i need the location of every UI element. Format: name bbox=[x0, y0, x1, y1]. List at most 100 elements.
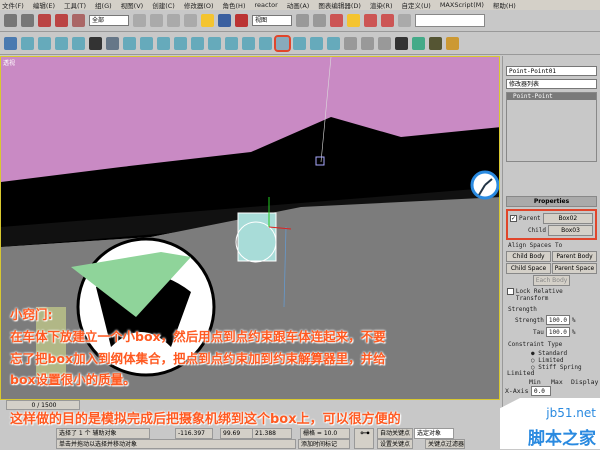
strength-group-label: Strength bbox=[508, 306, 537, 313]
menu-group[interactable]: 组(G) bbox=[95, 0, 112, 10]
menu-reactor[interactable]: reactor bbox=[254, 1, 277, 9]
wind-icon[interactable] bbox=[157, 37, 170, 50]
percent-snap-icon[interactable] bbox=[364, 14, 377, 27]
pivot-icon[interactable] bbox=[296, 14, 309, 27]
water-icon[interactable] bbox=[208, 37, 221, 50]
menu-tools[interactable]: 工具(T) bbox=[64, 0, 86, 10]
constraint-type-label: Constraint Type bbox=[508, 341, 563, 348]
move-icon[interactable] bbox=[201, 14, 214, 27]
lock-relative-checkbox[interactable] bbox=[507, 288, 514, 295]
link-icon[interactable] bbox=[38, 14, 51, 27]
menu-file[interactable]: 文件(F) bbox=[2, 0, 24, 10]
cloth-collection-icon[interactable] bbox=[21, 37, 34, 50]
snap-icon[interactable] bbox=[330, 14, 343, 27]
point-to-point-icon[interactable] bbox=[274, 35, 291, 52]
selection-filter-select[interactable]: 全部 bbox=[89, 15, 129, 26]
menu-views[interactable]: 视图(V) bbox=[121, 0, 144, 10]
select-icon[interactable] bbox=[133, 14, 146, 27]
proxy-icon[interactable] bbox=[378, 37, 391, 50]
select-by-name-icon[interactable] bbox=[150, 14, 163, 27]
command-panel: Point-Point01 修改器列表 Point-Point Properti… bbox=[502, 56, 600, 449]
strength-spinner[interactable]: 100.0 bbox=[545, 315, 570, 325]
properties-rollout[interactable]: Properties bbox=[506, 196, 597, 207]
menu-edit[interactable]: 编辑(E) bbox=[33, 0, 55, 10]
main-toolbar: 全部 视图 bbox=[0, 10, 600, 32]
key-icon[interactable]: ⊶ bbox=[354, 428, 374, 449]
preview-animation-icon[interactable] bbox=[429, 37, 442, 50]
menu-animation[interactable]: 动画(A) bbox=[287, 0, 310, 10]
convex-hull-icon[interactable] bbox=[361, 37, 374, 50]
z-coord-input[interactable]: 21.388 bbox=[252, 428, 292, 439]
rope-collection-icon[interactable] bbox=[55, 37, 68, 50]
menu-customize[interactable]: 自定义(U) bbox=[401, 0, 430, 10]
rotate-icon[interactable] bbox=[218, 14, 231, 27]
analyze-world-icon[interactable] bbox=[412, 37, 425, 50]
window-crossing-icon[interactable] bbox=[184, 14, 197, 27]
reactor-toolbar bbox=[0, 33, 600, 55]
constraint-solver-icon[interactable] bbox=[225, 37, 238, 50]
menu-create[interactable]: 创建(C) bbox=[152, 0, 175, 10]
child-pick-button[interactable]: Box03 bbox=[548, 225, 593, 236]
spinner-snap-icon[interactable] bbox=[381, 14, 394, 27]
named-selection-input[interactable] bbox=[415, 14, 485, 27]
menu-modifiers[interactable]: 修改器(O) bbox=[184, 0, 214, 10]
key-filters-button[interactable]: 关键点过滤器 bbox=[425, 439, 465, 449]
modifier-list-select[interactable]: 修改器列表 bbox=[506, 79, 597, 89]
each-body-button[interactable]: Each Body bbox=[533, 275, 570, 286]
parent-checkbox[interactable]: ✓ bbox=[510, 215, 517, 222]
child-space-button[interactable]: Child Space bbox=[506, 263, 551, 274]
named-selection-icon[interactable] bbox=[398, 14, 411, 27]
rigid-body-collection-icon[interactable] bbox=[4, 37, 17, 50]
add-time-tag[interactable]: 添加时间标记 bbox=[298, 439, 350, 449]
manipulate-icon[interactable] bbox=[313, 14, 326, 27]
soft-body-collection-icon[interactable] bbox=[38, 37, 51, 50]
parent-pick-button[interactable]: Box02 bbox=[542, 213, 593, 224]
deforming-mesh-icon[interactable] bbox=[72, 37, 85, 50]
angle-snap-icon[interactable] bbox=[347, 14, 360, 27]
child-body-button[interactable]: Child Body bbox=[506, 251, 551, 262]
menu-character[interactable]: 角色(H) bbox=[223, 0, 246, 10]
spring-icon[interactable] bbox=[106, 37, 119, 50]
stack-item[interactable]: Point-Point bbox=[507, 93, 596, 100]
toy-car-icon[interactable] bbox=[174, 37, 187, 50]
unlink-icon[interactable] bbox=[55, 14, 68, 27]
menu-rendering[interactable]: 渲染(R) bbox=[370, 0, 393, 10]
undo-icon[interactable] bbox=[4, 14, 17, 27]
bind-spacewarp-icon[interactable] bbox=[72, 14, 85, 27]
display-label: Display bbox=[571, 378, 599, 386]
menu-help[interactable]: 帮助(H) bbox=[493, 0, 516, 10]
menu-graph-editors[interactable]: 图表编辑器(D) bbox=[318, 0, 361, 10]
dashpot-icon[interactable] bbox=[123, 37, 136, 50]
x-coord-input[interactable]: -116.397 bbox=[175, 428, 213, 439]
parent-space-button[interactable]: Parent Space bbox=[552, 263, 597, 274]
ragdoll-icon[interactable] bbox=[242, 37, 255, 50]
standard-radio[interactable]: ● Standard bbox=[531, 350, 600, 357]
stiff-spring-radio[interactable]: ○ Stiff Spring bbox=[531, 364, 600, 371]
parent-body-button[interactable]: Parent Body bbox=[552, 251, 597, 262]
set-key-button[interactable]: 设置关键点 bbox=[377, 439, 413, 449]
rect-region-icon[interactable] bbox=[167, 14, 180, 27]
motor-icon[interactable] bbox=[140, 37, 153, 50]
scale-icon[interactable] bbox=[235, 14, 248, 27]
x-axis-min-input[interactable]: 0.0 bbox=[531, 386, 551, 396]
reference-coord-select[interactable]: 视图 bbox=[252, 15, 292, 26]
prismatic-icon[interactable] bbox=[293, 37, 306, 50]
limited-radio[interactable]: ○ Limited bbox=[531, 357, 600, 364]
lock-relative-label: Lock Relative Transform bbox=[515, 288, 563, 302]
car-wheel-icon[interactable] bbox=[310, 37, 323, 50]
fracture-check-icon[interactable] bbox=[344, 37, 357, 50]
create-animation-icon[interactable] bbox=[446, 37, 459, 50]
modifier-stack: Point-Point bbox=[506, 92, 597, 162]
redo-icon[interactable] bbox=[21, 14, 34, 27]
point-path-icon[interactable] bbox=[327, 37, 340, 50]
auto-key-button[interactable]: 自动关键点 bbox=[377, 428, 413, 439]
property-editor-icon[interactable] bbox=[395, 37, 408, 50]
tau-spinner[interactable]: 100.0 bbox=[545, 327, 570, 337]
menu-maxscript[interactable]: MAXScript(M) bbox=[440, 1, 484, 9]
hinge-icon[interactable] bbox=[259, 37, 272, 50]
plane-icon[interactable] bbox=[89, 37, 102, 50]
key-mode-select[interactable]: 选定对象 bbox=[414, 428, 454, 439]
tip-line-3: box设置很小的质量。 bbox=[10, 372, 136, 387]
object-name-input[interactable]: Point-Point01 bbox=[506, 66, 597, 76]
fracture-icon[interactable] bbox=[191, 37, 204, 50]
